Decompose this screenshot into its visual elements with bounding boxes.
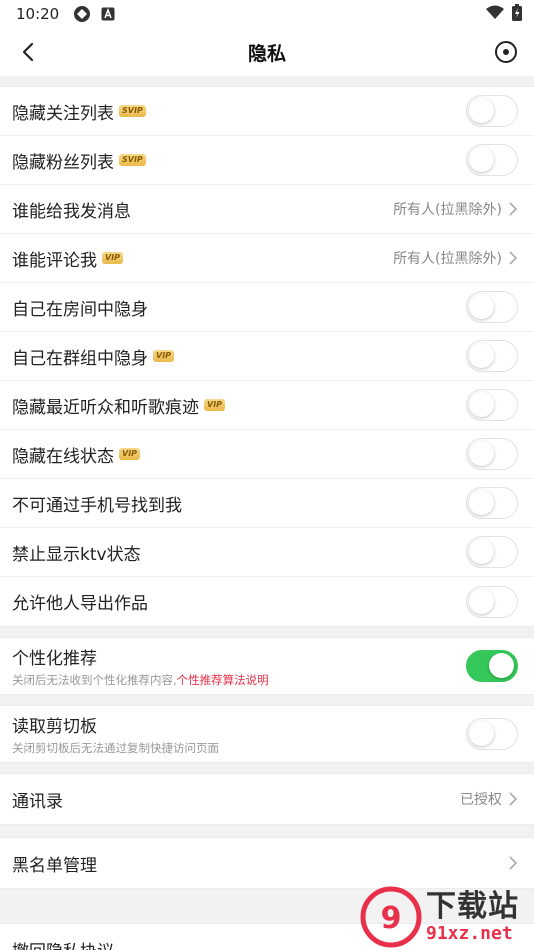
vip-badge: SVIP bbox=[119, 154, 146, 166]
vip-badge: VIP bbox=[153, 350, 175, 362]
page-title: 隐私 bbox=[247, 42, 286, 65]
status-bar: 10:20 bbox=[0, 0, 534, 28]
revoke-row[interactable]: 撤回隐私协议 bbox=[0, 924, 534, 950]
setting-label: 不可通过手机号找到我 bbox=[12, 495, 182, 516]
setting-label: 隐藏在线状态 bbox=[12, 446, 114, 467]
setting-toggle[interactable] bbox=[466, 487, 518, 519]
revoke-group: 撤回隐私协议 bbox=[0, 923, 534, 950]
clipboard-row[interactable]: 读取剪切板 关闭剪切板后无法通过复制快捷访问页面 bbox=[0, 706, 534, 762]
chevron-right-icon bbox=[509, 251, 518, 265]
setting-toggle[interactable] bbox=[466, 144, 518, 176]
blacklist-row[interactable]: 黑名单管理 bbox=[0, 838, 534, 888]
clipboard-sub: 关闭剪切板后无法通过复制快捷访问页面 bbox=[12, 741, 219, 755]
setting-value: 所有人(拉黑除外) bbox=[393, 251, 502, 267]
revoke-label: 撤回隐私协议 bbox=[12, 937, 114, 950]
personalize-group: 个性化推荐 关闭后无法收到个性化推荐内容,个性推荐算法说明 bbox=[0, 637, 534, 695]
chevron-right-icon bbox=[509, 792, 518, 806]
setting-row[interactable]: 不可通过手机号找到我 bbox=[0, 479, 534, 528]
setting-row[interactable]: 允许他人导出作品 bbox=[0, 577, 534, 626]
target-icon bbox=[495, 41, 517, 63]
setting-value: 所有人(拉黑除外) bbox=[393, 202, 502, 218]
setting-row[interactable]: 自己在房间中隐身 bbox=[0, 283, 534, 332]
setting-label: 自己在房间中隐身 bbox=[12, 299, 148, 320]
blacklist-group: 黑名单管理 bbox=[0, 837, 534, 889]
back-button[interactable] bbox=[14, 38, 42, 66]
setting-row[interactable]: 谁能评论我 VIP 所有人(拉黑除外) bbox=[0, 234, 534, 283]
back-arrow-icon bbox=[22, 42, 34, 62]
setting-label: 允许他人导出作品 bbox=[12, 594, 148, 614]
setting-row[interactable]: 隐藏粉丝列表 SVIP bbox=[0, 136, 534, 185]
battery-icon bbox=[512, 3, 522, 25]
setting-toggle[interactable] bbox=[466, 438, 518, 470]
setting-row[interactable]: 自己在群组中隐身 VIP bbox=[0, 332, 534, 381]
setting-toggle[interactable] bbox=[466, 585, 518, 618]
setting-toggle[interactable] bbox=[466, 340, 518, 372]
notification-a-icon bbox=[101, 7, 115, 21]
setting-label: 隐藏关注列表 bbox=[12, 103, 114, 124]
setting-toggle[interactable] bbox=[466, 389, 518, 421]
setting-label: 隐藏粉丝列表 bbox=[12, 152, 114, 173]
status-time: 10:20 bbox=[16, 5, 60, 23]
setting-label: 隐藏最近听众和听歌痕迹 bbox=[12, 397, 199, 418]
wifi-icon bbox=[486, 5, 504, 23]
personalize-sub: 关闭后无法收到个性化推荐内容,个性推荐算法说明 bbox=[12, 672, 269, 688]
chevron-right-icon bbox=[509, 202, 518, 216]
browser-icon bbox=[73, 5, 91, 23]
contacts-row[interactable]: 通讯录 已授权 bbox=[0, 774, 534, 824]
contacts-status: 已授权 bbox=[460, 792, 502, 808]
clipboard-toggle[interactable] bbox=[466, 718, 518, 750]
setting-toggle[interactable] bbox=[466, 536, 518, 568]
setting-row[interactable]: 隐藏在线状态 VIP bbox=[0, 430, 534, 479]
vip-badge: VIP bbox=[204, 399, 226, 411]
nav-bar: 隐私 bbox=[0, 28, 534, 76]
personalize-sub-text: 关闭后无法收到个性化推荐内容, bbox=[12, 673, 177, 687]
vip-badge: VIP bbox=[102, 252, 124, 264]
privacy-settings-group: 隐藏关注列表 SVIP 隐藏粉丝列表 SVIP 谁能给我发消息 所有人(拉黑除外) 谁能评论… bbox=[0, 86, 534, 627]
contacts-group: 通讯录 已授权 bbox=[0, 773, 534, 825]
clipboard-group: 读取剪切板 关闭剪切板后无法通过复制快捷访问页面 bbox=[0, 705, 534, 763]
chevron-right-icon bbox=[509, 856, 518, 870]
personalize-toggle[interactable] bbox=[466, 650, 518, 682]
algorithm-link[interactable]: 个性推荐算法说明 bbox=[177, 673, 269, 687]
setting-label: 自己在群组中隐身 bbox=[12, 348, 148, 369]
clipboard-label: 读取剪切板 bbox=[12, 717, 97, 737]
setting-toggle[interactable] bbox=[466, 95, 518, 127]
target-button[interactable] bbox=[492, 38, 520, 66]
personalize-label: 个性化推荐 bbox=[12, 649, 97, 669]
setting-label: 谁能给我发消息 bbox=[12, 201, 131, 222]
setting-row[interactable]: 禁止显示ktv状态 bbox=[0, 528, 534, 577]
blacklist-label: 黑名单管理 bbox=[12, 855, 97, 876]
setting-toggle[interactable] bbox=[466, 291, 518, 323]
setting-label: 禁止显示ktv状态 bbox=[12, 544, 141, 565]
personalize-row[interactable]: 个性化推荐 关闭后无法收到个性化推荐内容,个性推荐算法说明 bbox=[0, 638, 534, 694]
setting-row[interactable]: 隐藏最近听众和听歌痕迹 VIP bbox=[0, 381, 534, 430]
contacts-label: 通讯录 bbox=[12, 791, 63, 812]
setting-row[interactable]: 隐藏关注列表 SVIP bbox=[0, 87, 534, 136]
setting-row[interactable]: 谁能给我发消息 所有人(拉黑除外) bbox=[0, 185, 534, 234]
setting-label: 谁能评论我 bbox=[12, 250, 97, 271]
vip-badge: VIP bbox=[119, 448, 141, 460]
vip-badge: SVIP bbox=[119, 105, 146, 117]
